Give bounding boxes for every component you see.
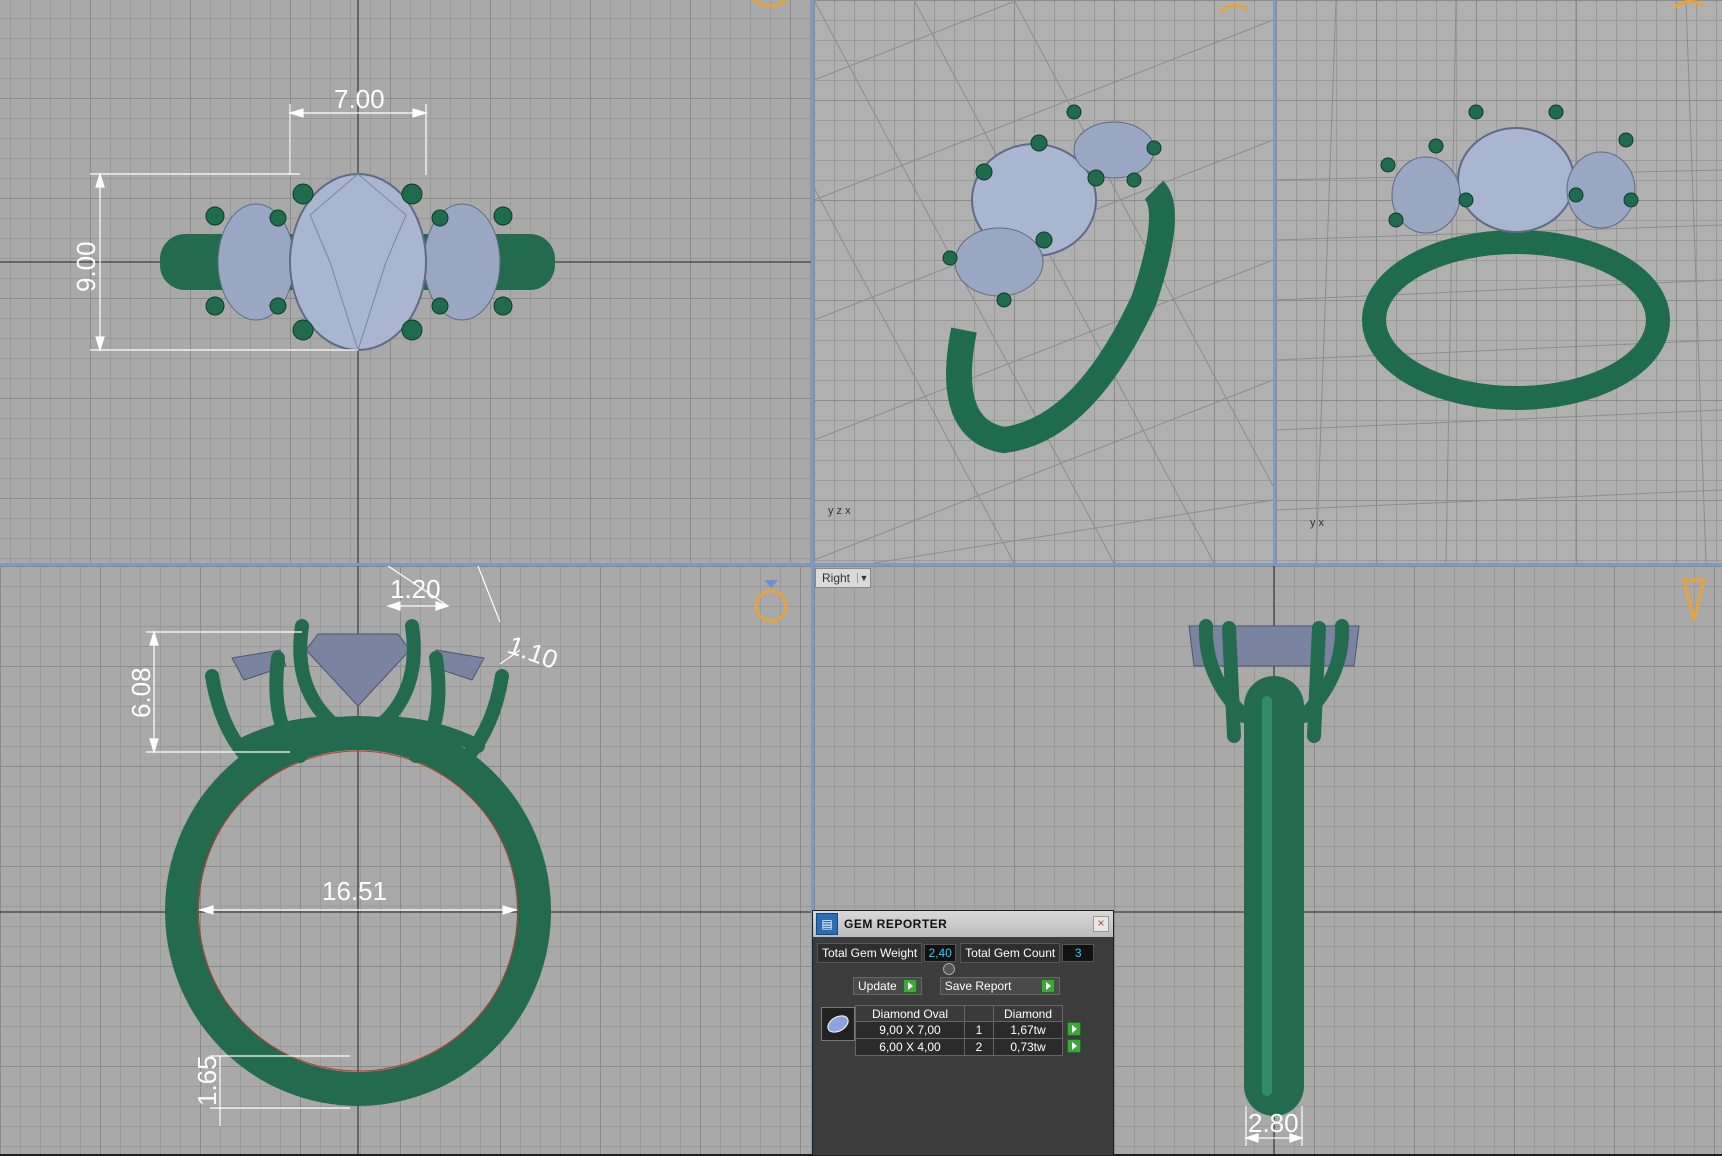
dim-width: 7.00 [334, 84, 385, 114]
ring-shank-side [1244, 676, 1304, 1116]
gem-size: 6,00 X 4,00 [855, 1038, 965, 1056]
gem-weight: 0,73tw [993, 1038, 1063, 1056]
view-select-label: Right [822, 571, 851, 585]
dim-prong: 1.20 [390, 574, 441, 604]
dim-setting-height: 6.08 [126, 667, 156, 718]
gem-qty: 1 [964, 1021, 994, 1039]
gem-thumbnail-icon [821, 1007, 855, 1041]
view-gizmo-icon[interactable] [754, 589, 788, 623]
view-gizmo-icon[interactable] [1673, 0, 1705, 10]
front-view-scene: 1.20 1.10 6.08 16.51 1.65 [0, 566, 811, 1154]
side-stone-front [954, 227, 1044, 297]
view-gizmo-icon[interactable] [1219, 4, 1249, 14]
viewport-separator-vertical-2[interactable] [1273, 0, 1276, 563]
axis-indicator: y z x [828, 505, 851, 517]
play-icon [902, 979, 917, 993]
perspective-scene-2: y x [1276, 0, 1722, 563]
splitter-handle-icon[interactable] [943, 963, 955, 975]
view-select[interactable]: Right ▼ [815, 568, 871, 588]
play-icon[interactable] [1067, 1021, 1081, 1036]
table-row[interactable]: 9,00 X 7,00 1 1,67tw [855, 1021, 1086, 1039]
gem-reporter-titlebar[interactable]: ▤ GEM REPORTER × [813, 911, 1113, 937]
total-gem-weight-label: Total Gem Weight [817, 943, 923, 963]
view-gizmo-icon[interactable] [753, 0, 787, 8]
gem-size: 9,00 X 7,00 [855, 1021, 965, 1039]
gem-reporter-panel[interactable]: ▤ GEM REPORTER × Total Gem Weight 2,40 T… [812, 910, 1114, 1156]
ring-shank [1362, 230, 1670, 410]
perspective-scene: y z x [814, 0, 1273, 563]
play-icon [1040, 979, 1055, 993]
header-material: Diamond [993, 1005, 1063, 1022]
viewport-perspective-left[interactable]: y z x [814, 0, 1273, 563]
center-stone [305, 633, 411, 707]
chevron-down-icon: ▼ [857, 573, 870, 583]
center-stone [1457, 127, 1575, 233]
save-report-button[interactable]: Save Report [939, 977, 1060, 995]
view-gizmo-icon[interactable] [1682, 578, 1706, 621]
update-button[interactable]: Update [853, 977, 922, 995]
gem-table: Diamond Oval Diamond 9,00 X 7,00 1 1,67t… [855, 1005, 1086, 1056]
dim-inner-diameter: 16.51 [322, 876, 387, 906]
viewport-perspective-right[interactable]: y x [1276, 0, 1722, 563]
gem-qty: 2 [964, 1038, 994, 1056]
table-row[interactable]: 6,00 X 4,00 2 0,73tw [855, 1038, 1086, 1056]
header-shape: Diamond Oval [855, 1005, 965, 1022]
viewport-top[interactable]: 7.00 9.00 [0, 0, 811, 563]
total-gem-count-value: 3 [1062, 944, 1095, 962]
play-icon[interactable] [1067, 1038, 1082, 1053]
save-report-label: Save Report [944, 979, 1012, 993]
header-qty [964, 1005, 994, 1022]
gem-table-header: Diamond Oval Diamond [855, 1005, 1086, 1022]
side-stone-back [1073, 121, 1155, 179]
dim-shank: 1.65 [192, 1055, 222, 1106]
top-view-scene: 7.00 9.00 [0, 0, 811, 563]
viewport-front[interactable]: 1.20 1.10 6.08 16.51 1.65 [0, 566, 811, 1154]
close-icon[interactable]: × [1093, 916, 1109, 932]
viewport-separator-horizontal[interactable] [0, 563, 1722, 566]
gem-reporter-title: GEM REPORTER [844, 917, 948, 931]
total-gem-weight-value: 2,40 [924, 944, 957, 962]
gem-report-icon: ▤ [816, 913, 838, 935]
dim-shank-width: 2.80 [1248, 1108, 1299, 1138]
dim-height: 9.00 [71, 241, 101, 292]
axis-indicator: y x [1310, 517, 1325, 529]
gem-weight: 1,67tw [993, 1021, 1063, 1039]
total-gem-count-label: Total Gem Count [960, 943, 1061, 963]
dim-wire: 1.10 [504, 629, 562, 675]
update-label: Update [858, 979, 897, 993]
